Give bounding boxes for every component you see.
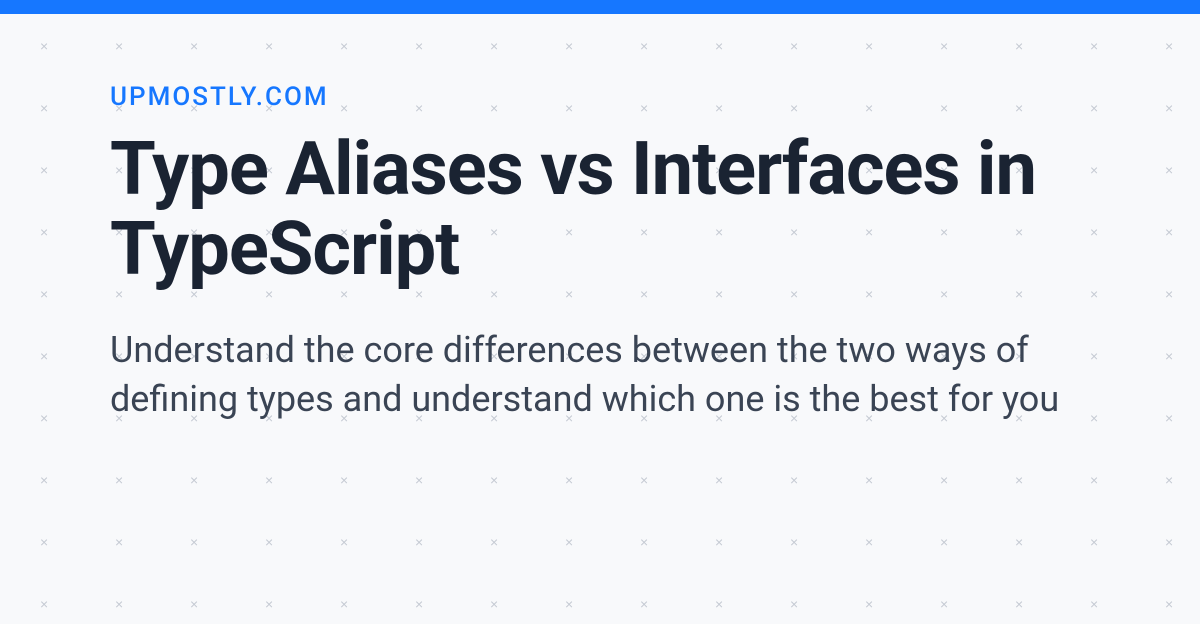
pattern-x-mark: × <box>640 472 648 488</box>
pattern-x-mark: × <box>490 596 498 612</box>
pattern-x-mark: × <box>190 472 198 488</box>
site-name: UPMOSTLY.COM <box>110 82 1090 112</box>
top-accent-bar <box>0 0 1200 14</box>
pattern-x-mark: × <box>40 534 48 550</box>
pattern-x-mark: × <box>940 596 948 612</box>
pattern-x-mark: × <box>1090 472 1098 488</box>
pattern-x-mark: × <box>1165 534 1173 550</box>
pattern-x-mark: × <box>415 596 423 612</box>
pattern-x-mark: × <box>565 596 573 612</box>
pattern-x-mark: × <box>340 472 348 488</box>
pattern-x-mark: × <box>40 596 48 612</box>
content-container: UPMOSTLY.COM Type Aliases vs Interfaces … <box>0 14 1200 425</box>
pattern-x-mark: × <box>115 596 123 612</box>
pattern-x-mark: × <box>415 472 423 488</box>
pattern-x-mark: × <box>715 534 723 550</box>
page-title: Type Aliases vs Interfaces in TypeScript <box>110 130 1090 290</box>
pattern-x-mark: × <box>1015 472 1023 488</box>
pattern-x-mark: × <box>190 596 198 612</box>
pattern-x-mark: × <box>1165 596 1173 612</box>
pattern-x-mark: × <box>265 596 273 612</box>
pattern-x-mark: × <box>865 596 873 612</box>
pattern-x-mark: × <box>565 472 573 488</box>
pattern-x-mark: × <box>265 534 273 550</box>
pattern-x-mark: × <box>1015 596 1023 612</box>
pattern-x-mark: × <box>715 472 723 488</box>
pattern-x-mark: × <box>940 534 948 550</box>
page-description: Understand the core differences between … <box>110 326 1090 425</box>
pattern-x-mark: × <box>1090 596 1098 612</box>
pattern-x-mark: × <box>640 596 648 612</box>
pattern-x-mark: × <box>865 534 873 550</box>
pattern-x-mark: × <box>790 472 798 488</box>
pattern-x-mark: × <box>715 596 723 612</box>
pattern-x-mark: × <box>865 472 873 488</box>
pattern-x-mark: × <box>490 472 498 488</box>
pattern-x-mark: × <box>1015 534 1023 550</box>
pattern-x-mark: × <box>340 534 348 550</box>
pattern-x-mark: × <box>790 596 798 612</box>
pattern-x-mark: × <box>640 534 648 550</box>
pattern-x-mark: × <box>490 534 498 550</box>
pattern-x-mark: × <box>115 534 123 550</box>
pattern-x-mark: × <box>190 534 198 550</box>
pattern-x-mark: × <box>265 472 273 488</box>
pattern-x-mark: × <box>1165 472 1173 488</box>
pattern-x-mark: × <box>40 472 48 488</box>
pattern-x-mark: × <box>790 534 798 550</box>
pattern-x-mark: × <box>340 596 348 612</box>
pattern-x-mark: × <box>1090 534 1098 550</box>
pattern-x-mark: × <box>115 472 123 488</box>
pattern-x-mark: × <box>940 472 948 488</box>
pattern-x-mark: × <box>565 534 573 550</box>
pattern-x-mark: × <box>415 534 423 550</box>
